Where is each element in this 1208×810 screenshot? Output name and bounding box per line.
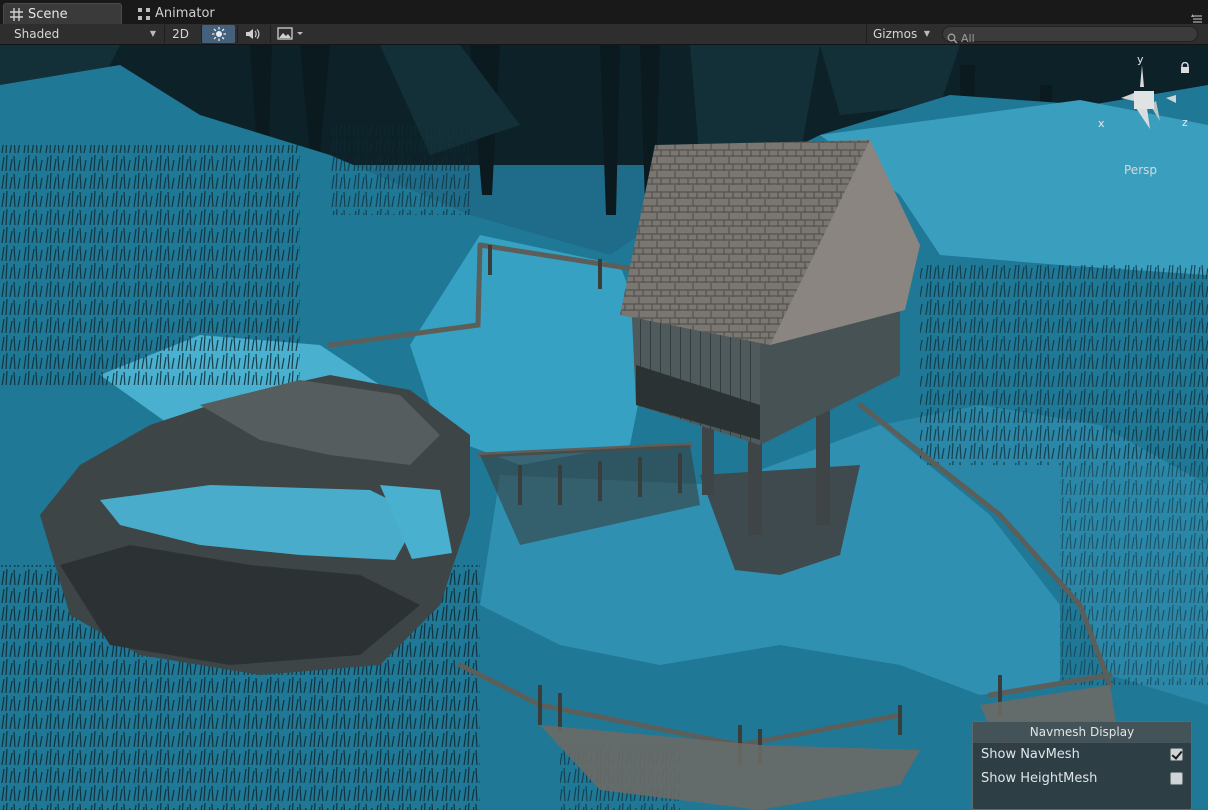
gizmos-dropdown[interactable]: Gizmos ▼ xyxy=(866,25,934,43)
axis-x-label: x xyxy=(1098,117,1105,130)
image-icon xyxy=(276,27,305,44)
scene-audio-button[interactable] xyxy=(237,25,267,43)
scene-lighting-button[interactable] xyxy=(201,25,235,43)
scene-search xyxy=(942,26,1198,46)
toggle-2d-label: 2D xyxy=(172,27,189,41)
show-navmesh-row[interactable]: Show NavMesh xyxy=(973,743,1191,767)
chevron-down-icon: ▼ xyxy=(923,29,930,38)
shading-mode-dropdown[interactable]: Shaded ▼ xyxy=(8,25,160,43)
scene-toolbar: Shaded ▼ 2D Gizmos ▼ All xyxy=(0,24,1208,46)
animator-icon xyxy=(138,7,150,20)
speaker-icon xyxy=(245,29,261,44)
gizmos-label: Gizmos xyxy=(873,27,918,41)
tab-scene[interactable]: Scene xyxy=(3,3,122,24)
show-heightmesh-checkbox[interactable] xyxy=(1170,772,1183,785)
toggle-2d-button[interactable]: 2D xyxy=(164,25,196,43)
axis-z-label: z xyxy=(1182,116,1188,129)
show-heightmesh-row[interactable]: Show HeightMesh xyxy=(973,767,1191,791)
lock-icon[interactable] xyxy=(1180,59,1190,78)
shading-mode-value: Shaded xyxy=(14,27,60,41)
show-navmesh-label: Show NavMesh xyxy=(981,747,1080,762)
chevron-down-icon: ▼ xyxy=(149,29,156,38)
tab-animator-label: Animator xyxy=(155,6,215,21)
navmesh-display-panel: Navmesh Display Show NavMesh Show Height… xyxy=(972,721,1192,810)
show-navmesh-checkbox[interactable] xyxy=(1170,748,1183,761)
tab-scene-label: Scene xyxy=(28,6,68,22)
show-heightmesh-label: Show HeightMesh xyxy=(981,771,1098,786)
sun-icon xyxy=(211,27,227,45)
navmesh-panel-title: Navmesh Display xyxy=(973,722,1191,743)
grid-icon xyxy=(10,7,23,21)
panel-menu-icon[interactable] xyxy=(1188,9,1202,23)
tab-strip: Scene Animator xyxy=(0,0,1208,25)
axis-y-label: y xyxy=(1137,53,1144,66)
tab-animator[interactable]: Animator xyxy=(132,3,242,24)
scene-effects-button[interactable] xyxy=(270,25,310,43)
scene-viewport[interactable]: y z x Persp Navmesh Display Show NavMesh… xyxy=(0,45,1208,810)
scene-render xyxy=(0,45,1208,810)
search-input[interactable] xyxy=(961,32,1181,46)
projection-label[interactable]: Persp xyxy=(1124,163,1157,177)
